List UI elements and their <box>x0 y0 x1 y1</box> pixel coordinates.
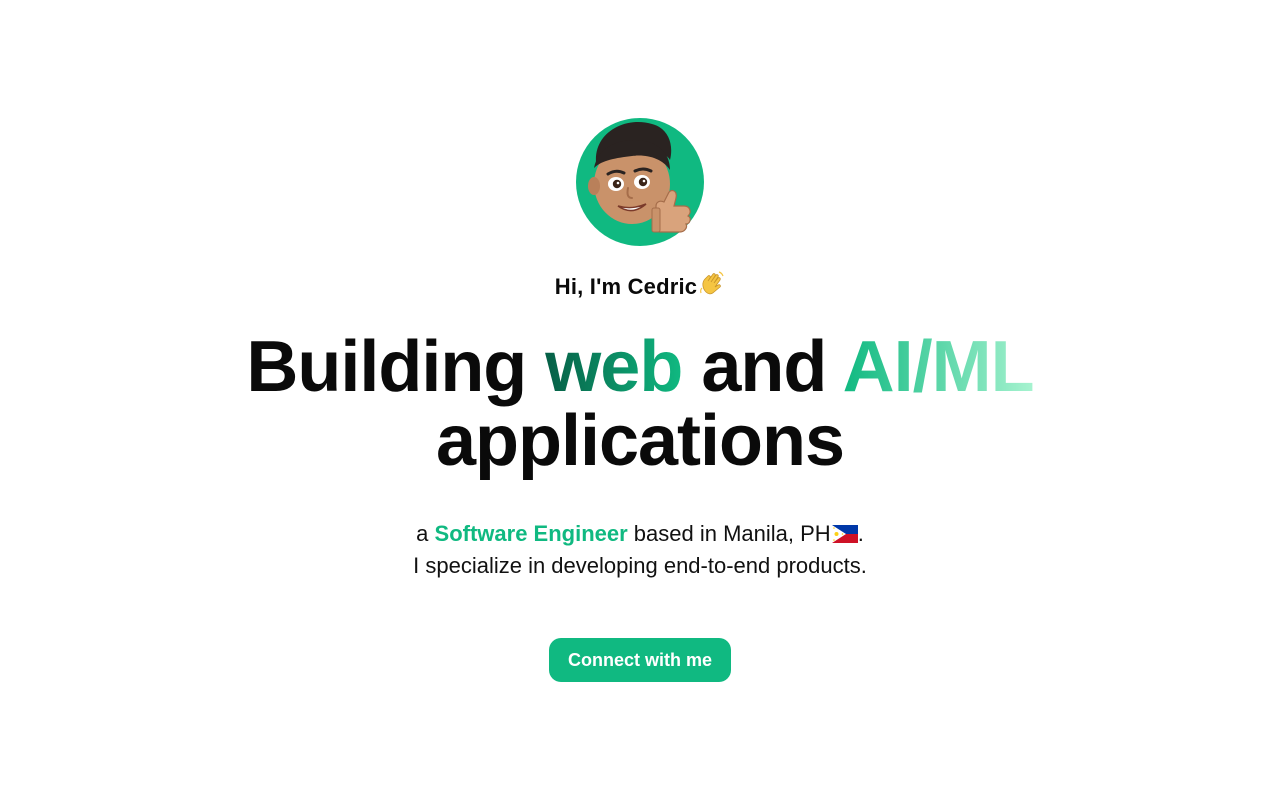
greeting-text: Hi, I'm Cedric <box>554 274 698 299</box>
greeting: Hi, I'm Cedric <box>0 270 1280 302</box>
page: Hi, I'm Cedric Building web and AI/ML ap… <box>0 0 1280 800</box>
subtitle-location: based in Manila, PH <box>627 521 831 546</box>
waving-hand-icon <box>699 270 725 302</box>
headline-line-2: applications <box>435 401 845 481</box>
avatar <box>576 118 704 246</box>
subtitle-role: Software Engineer <box>434 521 628 546</box>
subtitle-suffix: . <box>857 521 864 546</box>
headline-text-2: and <box>682 327 843 407</box>
headline: Building web and AI/ML applications <box>0 330 1280 478</box>
headline-text-1: Building <box>246 327 546 407</box>
subtitle-prefix: a <box>416 521 435 546</box>
headline-highlight-web: web <box>545 327 683 407</box>
avatar-memoji-icon <box>576 118 704 246</box>
headline-highlight-aiml: AI/ML <box>842 327 1035 407</box>
subtitle: a Software Engineer based in Manila, PH … <box>0 518 1280 582</box>
philippines-flag-icon <box>831 520 858 543</box>
connect-button[interactable]: Connect with me <box>549 638 731 682</box>
subtitle-line-1: a Software Engineer based in Manila, PH … <box>0 518 1280 550</box>
subtitle-line-2: I specialize in developing end-to-end pr… <box>413 553 867 578</box>
